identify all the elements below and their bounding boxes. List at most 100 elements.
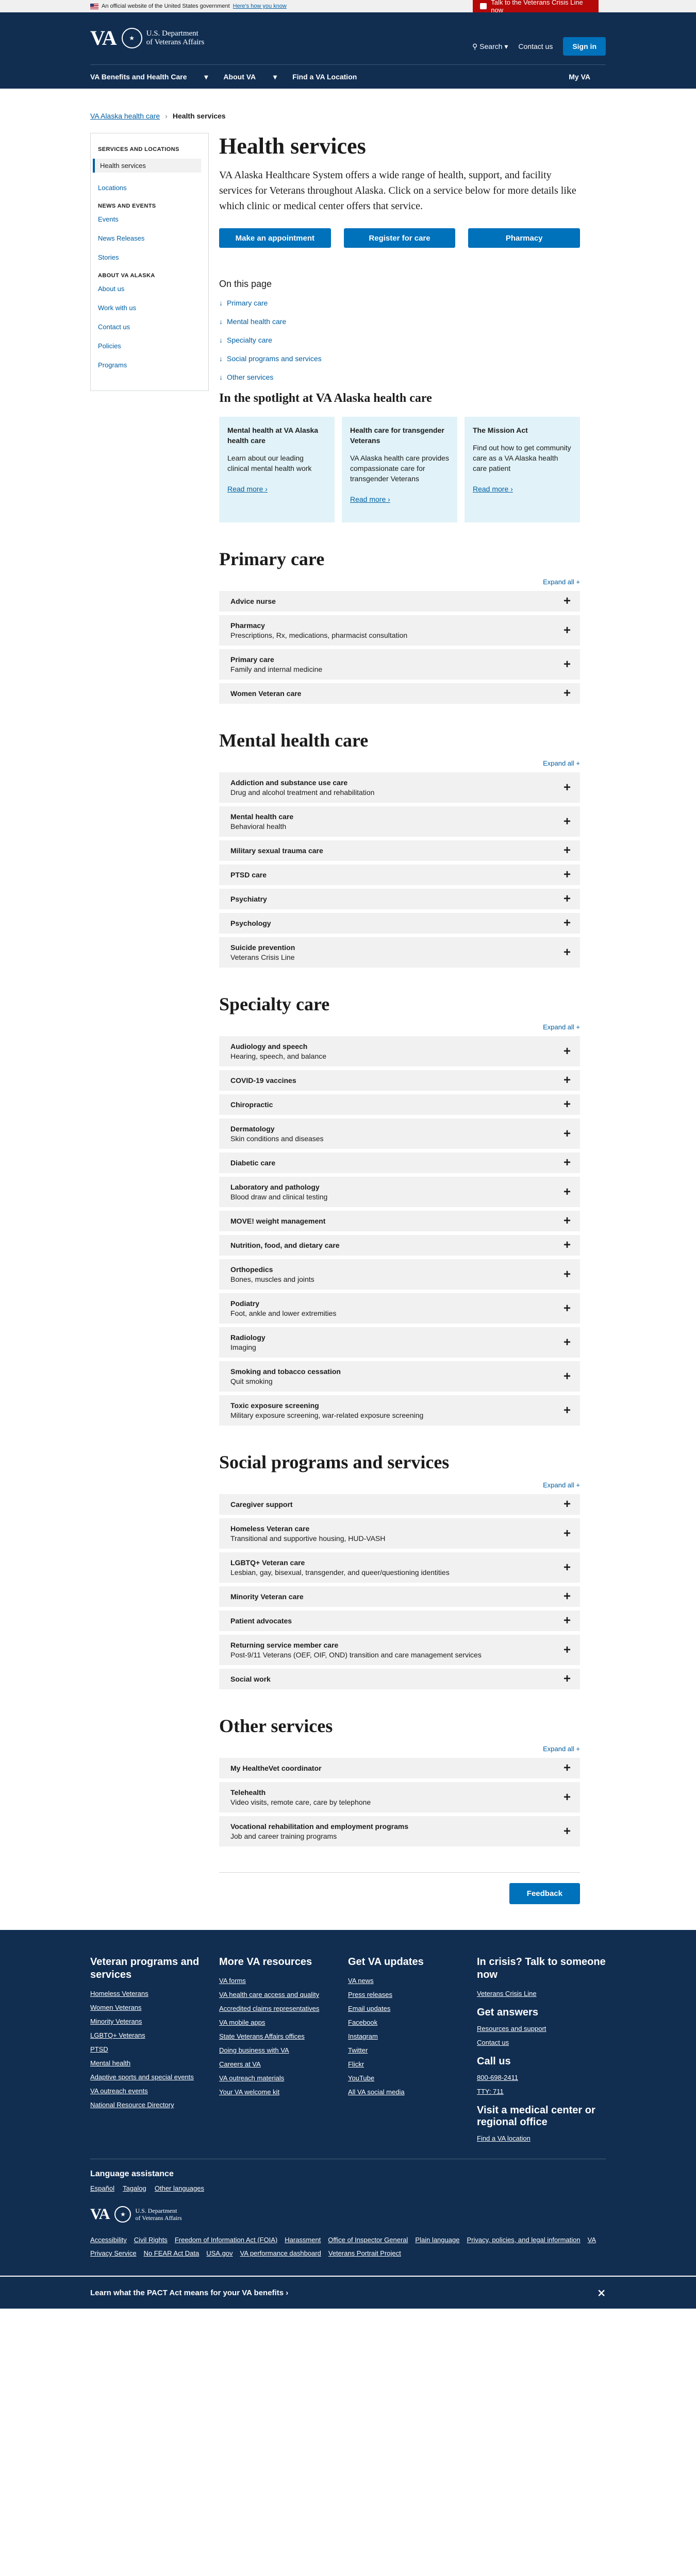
accordion-item[interactable]: Radiology Imaging + <box>219 1327 580 1358</box>
accordion-item[interactable]: Laboratory and pathology Blood draw and c… <box>219 1177 580 1207</box>
accordion-item[interactable]: PTSD care + <box>219 865 580 885</box>
accordion-item[interactable]: Telehealth Video visits, remote care, car… <box>219 1782 580 1812</box>
accordion-item[interactable]: Nutrition, food, and dietary care + <box>219 1235 580 1256</box>
expand-all-button[interactable]: Expand all + <box>219 1745 580 1753</box>
nav-about[interactable]: About VA ▾ <box>223 73 277 81</box>
accordion-item[interactable]: Social work + <box>219 1669 580 1689</box>
footer-bottom-link[interactable]: Harassment <box>285 2236 321 2244</box>
footer-link[interactable]: State Veterans Affairs offices <box>219 2032 348 2040</box>
make-appointment-button[interactable]: Make an appointment <box>219 228 331 248</box>
feedback-button[interactable]: Feedback <box>509 1883 580 1904</box>
footer-link[interactable]: National Resource Directory <box>90 2101 219 2109</box>
accordion-item[interactable]: Primary care Family and internal medicine… <box>219 649 580 680</box>
accordion-item[interactable]: Pharmacy Prescriptions, Rx, medications, … <box>219 615 580 646</box>
footer-resources-link[interactable]: Resources and support <box>477 2025 606 2032</box>
footer-bottom-link[interactable]: Freedom of Information Act (FOIA) <box>175 2236 277 2244</box>
footer-link[interactable]: Minority Veterans <box>90 2018 219 2025</box>
accordion-item[interactable]: Military sexual trauma care + <box>219 840 580 861</box>
footer-link[interactable]: Women Veterans <box>90 2004 219 2011</box>
accordion-item[interactable]: Women Veteran care + <box>219 683 580 704</box>
accordion-item[interactable]: Minority Veteran care + <box>219 1586 580 1607</box>
lang-tagalog-link[interactable]: Tagalog <box>123 2184 146 2192</box>
footer-bottom-link[interactable]: Plain language <box>415 2236 459 2244</box>
accordion-item[interactable]: Smoking and tobacco cessation Quit smokin… <box>219 1361 580 1392</box>
contact-us-link[interactable]: Contact us <box>518 42 553 50</box>
footer-link[interactable]: Press releases <box>348 1991 477 1998</box>
sidenav-item-news[interactable]: News Releases <box>98 234 201 242</box>
accordion-item[interactable]: Podiatry Foot, ankle and lower extremitie… <box>219 1293 580 1324</box>
pact-act-link[interactable]: Learn what the PACT Act means for your V… <box>90 2289 288 2297</box>
accordion-item[interactable]: Mental health care Behavioral health + <box>219 806 580 837</box>
sidenav-item-events[interactable]: Events <box>98 215 201 223</box>
footer-link[interactable]: VA mobile apps <box>219 2019 348 2026</box>
footer-link[interactable]: Your VA welcome kit <box>219 2088 348 2096</box>
footer-link[interactable]: Facebook <box>348 2019 477 2026</box>
sidenav-item-stories[interactable]: Stories <box>98 253 201 261</box>
footer-link[interactable]: VA outreach materials <box>219 2074 348 2082</box>
footer-link[interactable]: All VA social media <box>348 2088 477 2096</box>
footer-link[interactable]: Instagram <box>348 2032 477 2040</box>
lang-other-link[interactable]: Other languages <box>155 2184 204 2192</box>
footer-link[interactable]: Email updates <box>348 2005 477 2012</box>
accordion-item[interactable]: LGBTQ+ Veteran care Lesbian, gay, bisexua… <box>219 1552 580 1583</box>
sidenav-item-about-us[interactable]: About us <box>98 285 201 293</box>
breadcrumb-alaska[interactable]: VA Alaska health care <box>90 112 160 120</box>
footer-link[interactable]: VA forms <box>219 1977 348 1985</box>
accordion-item[interactable]: My HealtheVet coordinator + <box>219 1758 580 1778</box>
accordion-item[interactable]: Audiology and speech Hearing, speech, and… <box>219 1036 580 1066</box>
footer-bottom-link[interactable]: Veterans Portrait Project <box>328 2249 401 2257</box>
read-more-link[interactable]: Read more › <box>473 485 513 493</box>
accordion-item[interactable]: Returning service member care Post-9/11 V… <box>219 1635 580 1665</box>
footer-link[interactable]: Accredited claims representatives <box>219 2005 348 2012</box>
footer-bottom-link[interactable]: Accessibility <box>90 2236 127 2244</box>
sidenav-item-health-services[interactable]: Health services <box>93 159 201 173</box>
sidenav-item-programs[interactable]: Programs <box>98 361 201 369</box>
accordion-item[interactable]: Suicide prevention Veterans Crisis Line + <box>219 937 580 968</box>
expand-all-button[interactable]: Expand all + <box>219 759 580 767</box>
footer-bottom-link[interactable]: USA.gov <box>206 2249 233 2257</box>
footer-link[interactable]: VA news <box>348 1977 477 1985</box>
footer-bottom-link[interactable]: Privacy, policies, and legal information <box>467 2236 580 2244</box>
footer-tty-link[interactable]: TTY: 711 <box>477 2088 606 2095</box>
close-icon[interactable]: ⨯ <box>597 2286 606 2299</box>
accordion-item[interactable]: Diabetic care + <box>219 1153 580 1173</box>
footer-logo[interactable]: VA ★ U.S. Department of Veterans Affairs <box>90 2206 606 2223</box>
accordion-item[interactable]: Dermatology Skin conditions and diseases + <box>219 1118 580 1149</box>
sidenav-item-contact[interactable]: Contact us <box>98 323 201 331</box>
footer-link[interactable]: VA health care access and quality <box>219 1991 348 1998</box>
accordion-item[interactable]: Toxic exposure screening Military exposur… <box>219 1395 580 1426</box>
footer-bottom-link[interactable]: No FEAR Act Data <box>144 2249 200 2257</box>
accordion-item[interactable]: Psychology + <box>219 913 580 934</box>
expand-all-button[interactable]: Expand all + <box>219 1023 580 1031</box>
sidenav-item-policies[interactable]: Policies <box>98 342 201 350</box>
crisis-line-button[interactable]: Talk to the Veterans Crisis Line now <box>473 0 599 14</box>
otp-link-social[interactable]: Social programs and services <box>219 354 580 363</box>
accordion-item[interactable]: Homeless Veteran care Transitional and su… <box>219 1518 580 1549</box>
read-more-link[interactable]: Read more › <box>350 495 390 503</box>
accordion-item[interactable]: Addiction and substance use care Drug and… <box>219 772 580 803</box>
nav-find-location[interactable]: Find a VA Location <box>292 73 357 81</box>
read-more-link[interactable]: Read more › <box>227 485 268 493</box>
footer-link[interactable]: YouTube <box>348 2074 477 2082</box>
footer-find-location-link[interactable]: Find a VA location <box>477 2134 606 2142</box>
footer-link[interactable]: VA outreach events <box>90 2087 219 2095</box>
footer-link[interactable]: Adaptive sports and special events <box>90 2073 219 2081</box>
sign-in-button[interactable]: Sign in <box>563 37 606 56</box>
otp-link-other[interactable]: Other services <box>219 373 580 381</box>
accordion-item[interactable]: Chiropractic + <box>219 1094 580 1115</box>
otp-link-primary[interactable]: Primary care <box>219 299 580 307</box>
sidenav-item-work-with-us[interactable]: Work with us <box>98 304 201 312</box>
footer-bottom-link[interactable]: VA performance dashboard <box>240 2249 321 2257</box>
accordion-item[interactable]: Caregiver support + <box>219 1494 580 1515</box>
accordion-item[interactable]: Vocational rehabilitation and employment… <box>219 1816 580 1846</box>
footer-link[interactable]: Twitter <box>348 2046 477 2054</box>
footer-contact-link[interactable]: Contact us <box>477 2039 606 2046</box>
footer-link[interactable]: Careers at VA <box>219 2060 348 2068</box>
register-for-care-button[interactable]: Register for care <box>343 228 456 248</box>
accordion-item[interactable]: Patient advocates + <box>219 1611 580 1631</box>
footer-bottom-link[interactable]: Office of Inspector General <box>328 2236 408 2244</box>
heres-how-link[interactable]: Here's how you know <box>233 3 287 9</box>
otp-link-mental[interactable]: Mental health care <box>219 317 580 326</box>
nav-my-va[interactable]: My VA <box>569 73 590 81</box>
accordion-item[interactable]: COVID-19 vaccines + <box>219 1070 580 1091</box>
